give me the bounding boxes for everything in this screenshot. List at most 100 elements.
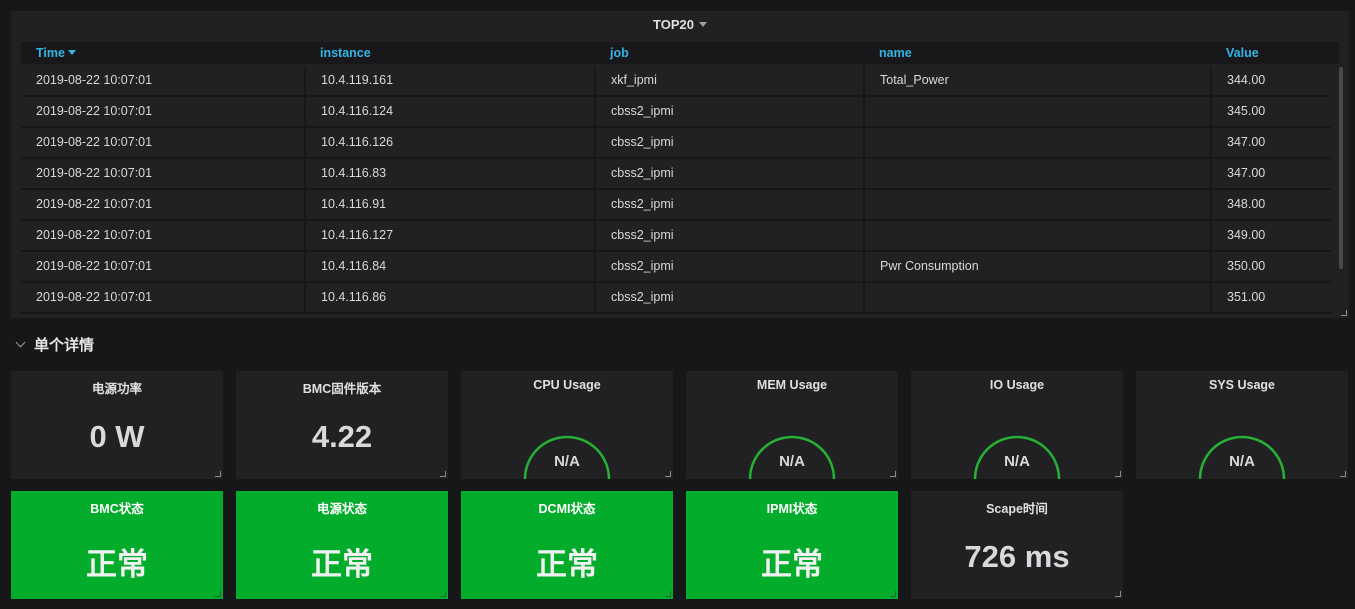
table-scrollbar[interactable] [1339,67,1343,269]
table-row[interactable]: 2019-08-22 10:07:01 10.4.116.84 cbss2_ipmi… [21,252,1331,283]
cell-time: 2019-08-22 10:07:01 [21,97,306,126]
stat-title: IO Usage [989,378,1045,392]
cell-instance: 10.4.116.83 [306,159,596,188]
stat-value: 4.22 [311,419,373,454]
cell-job: cbss2_ipmi [596,128,865,157]
status-value: 正常 [311,547,373,582]
cell-value: 348.00 [1227,197,1266,211]
column-header-time[interactable]: Time [36,46,76,60]
table-row[interactable]: 2019-08-22 10:07:01 10.4.116.126 cbss2_ipm… [21,128,1331,159]
cell-job: cbss2_ipmi [596,159,865,188]
table-row[interactable]: 2019-08-22 10:07:01 10.4.116.83 cbss2_ipmi… [21,159,1331,190]
cell-job: cbss2_ipmi [596,252,865,281]
stat-panel-scrape-time: Scape时间 726 ms [911,491,1123,599]
cell-name [865,221,1212,250]
gauge-value: N/A [779,453,805,470]
resize-handle[interactable] [1115,591,1121,597]
cell-instance: 10.4.116.124 [306,97,596,126]
stat-value: 0 W [89,419,145,454]
cell-instance: 10.4.116.127 [306,221,596,250]
cell-name [865,128,1212,157]
table-body: 2019-08-22 10:07:01 10.4.119.161 xkf_ipmi T… [21,66,1331,316]
table-row[interactable]: 2019-08-22 10:07:01 10.4.116.86 cbss2_ipmi… [21,283,1331,314]
stat-title: Scape时间 [986,502,1048,516]
resize-handle[interactable] [890,471,896,477]
resize-handle[interactable] [1115,471,1121,477]
resize-handle[interactable] [1341,310,1347,316]
stat-panel-power: 电源功率 0 W [11,371,223,479]
resize-handle[interactable] [665,471,671,477]
stat-title: SYS Usage [1208,378,1275,392]
gauge-value: N/A [1229,453,1255,470]
cell-value: 349.00 [1227,228,1266,242]
cell-value: 345.00 [1227,104,1266,118]
resize-handle[interactable] [440,591,446,597]
status-panel-ipmi: IPMI状态 正常 [686,491,898,599]
column-header-value[interactable]: Value [1226,46,1259,60]
resize-handle[interactable] [665,591,671,597]
sort-desc-icon [67,50,76,55]
table-row[interactable]: 2019-08-22 10:07:01 10.4.116.124 cbss2_ipm… [21,97,1331,128]
cell-job: cbss2_ipmi [596,97,865,126]
cell-value: 344.00 [1227,73,1266,87]
cell-instance: 10.4.116.126 [306,128,596,157]
cell-time: 2019-08-22 10:07:01 [21,128,306,157]
cell-value: 347.00 [1227,166,1266,180]
stat-title: MEM Usage [756,378,828,392]
cell-name: Total_Power [865,66,1212,95]
cell-name: Pwr Consumption [865,252,1212,281]
table-header: Time instance job name Value [21,42,1339,64]
cell-value: 351.00 [1227,290,1266,304]
status-value: 正常 [761,547,823,582]
gauge-panel-mem: MEM Usage N/A [686,371,898,479]
resize-handle[interactable] [440,471,446,477]
resize-handle[interactable] [1340,471,1346,477]
cell-time: 2019-08-22 10:07:01 [21,190,306,219]
chevron-down-icon [15,337,26,348]
gauge-panel-sys: SYS Usage N/A [1136,371,1348,479]
cell-name [865,190,1212,219]
cell-value: 347.00 [1227,135,1266,149]
row-section-title: 单个详情 [34,337,95,354]
cell-instance: 10.4.116.86 [306,283,596,312]
status-value: 正常 [86,547,148,582]
gauge-panel-cpu: CPU Usage N/A [461,371,673,479]
table-row[interactable]: 2019-08-22 10:07:01 10.4.116.91 cbss2_ipmi… [21,190,1331,221]
cell-name [865,97,1212,126]
stat-title: 电源状态 [316,502,367,516]
cell-time: 2019-08-22 10:07:01 [21,66,306,95]
gauge-panel-io: IO Usage N/A [911,371,1123,479]
gauge-value: N/A [554,453,580,470]
stat-value: 726 ms [964,539,1070,574]
cell-time: 2019-08-22 10:07:01 [21,283,306,312]
column-header-label: Time [36,46,65,60]
cell-name [865,159,1212,188]
stat-title: IPMI状态 [766,502,818,516]
stat-panel-bmc-firmware: BMC固件版本 4.22 [236,371,448,479]
status-panel-dcmi: DCMI状态 正常 [461,491,673,599]
stat-title: DCMI状态 [538,502,596,516]
row-section-header[interactable]: 单个详情 [15,334,95,355]
stat-title: 电源功率 [91,382,142,396]
column-header-job[interactable]: job [610,46,629,60]
cell-time: 2019-08-22 10:07:01 [21,221,306,250]
cell-job: xkf_ipmi [596,66,865,95]
status-value: 正常 [536,547,598,582]
cell-time: 2019-08-22 10:07:01 [21,159,306,188]
table-row[interactable]: 2019-08-22 10:07:01 10.4.116.127 cbss2_ipm… [21,221,1331,252]
stat-title: BMC固件版本 [302,382,382,396]
status-panel-power: 电源状态 正常 [236,491,448,599]
cell-name [865,283,1212,312]
column-header-name[interactable]: name [879,46,912,60]
resize-handle[interactable] [215,591,221,597]
caret-down-icon [698,22,707,27]
resize-handle[interactable] [215,471,221,477]
cell-instance: 10.4.119.161 [306,66,596,95]
status-panel-bmc: BMC状态 正常 [11,491,223,599]
table-row[interactable]: 2019-08-22 10:07:01 10.4.119.161 xkf_ipmi T… [21,66,1331,97]
cell-job: cbss2_ipmi [596,283,865,312]
cell-instance: 10.4.116.84 [306,252,596,281]
column-header-instance[interactable]: instance [320,46,371,60]
resize-handle[interactable] [890,591,896,597]
panel-title-menu[interactable]: TOP20 [11,17,1349,32]
